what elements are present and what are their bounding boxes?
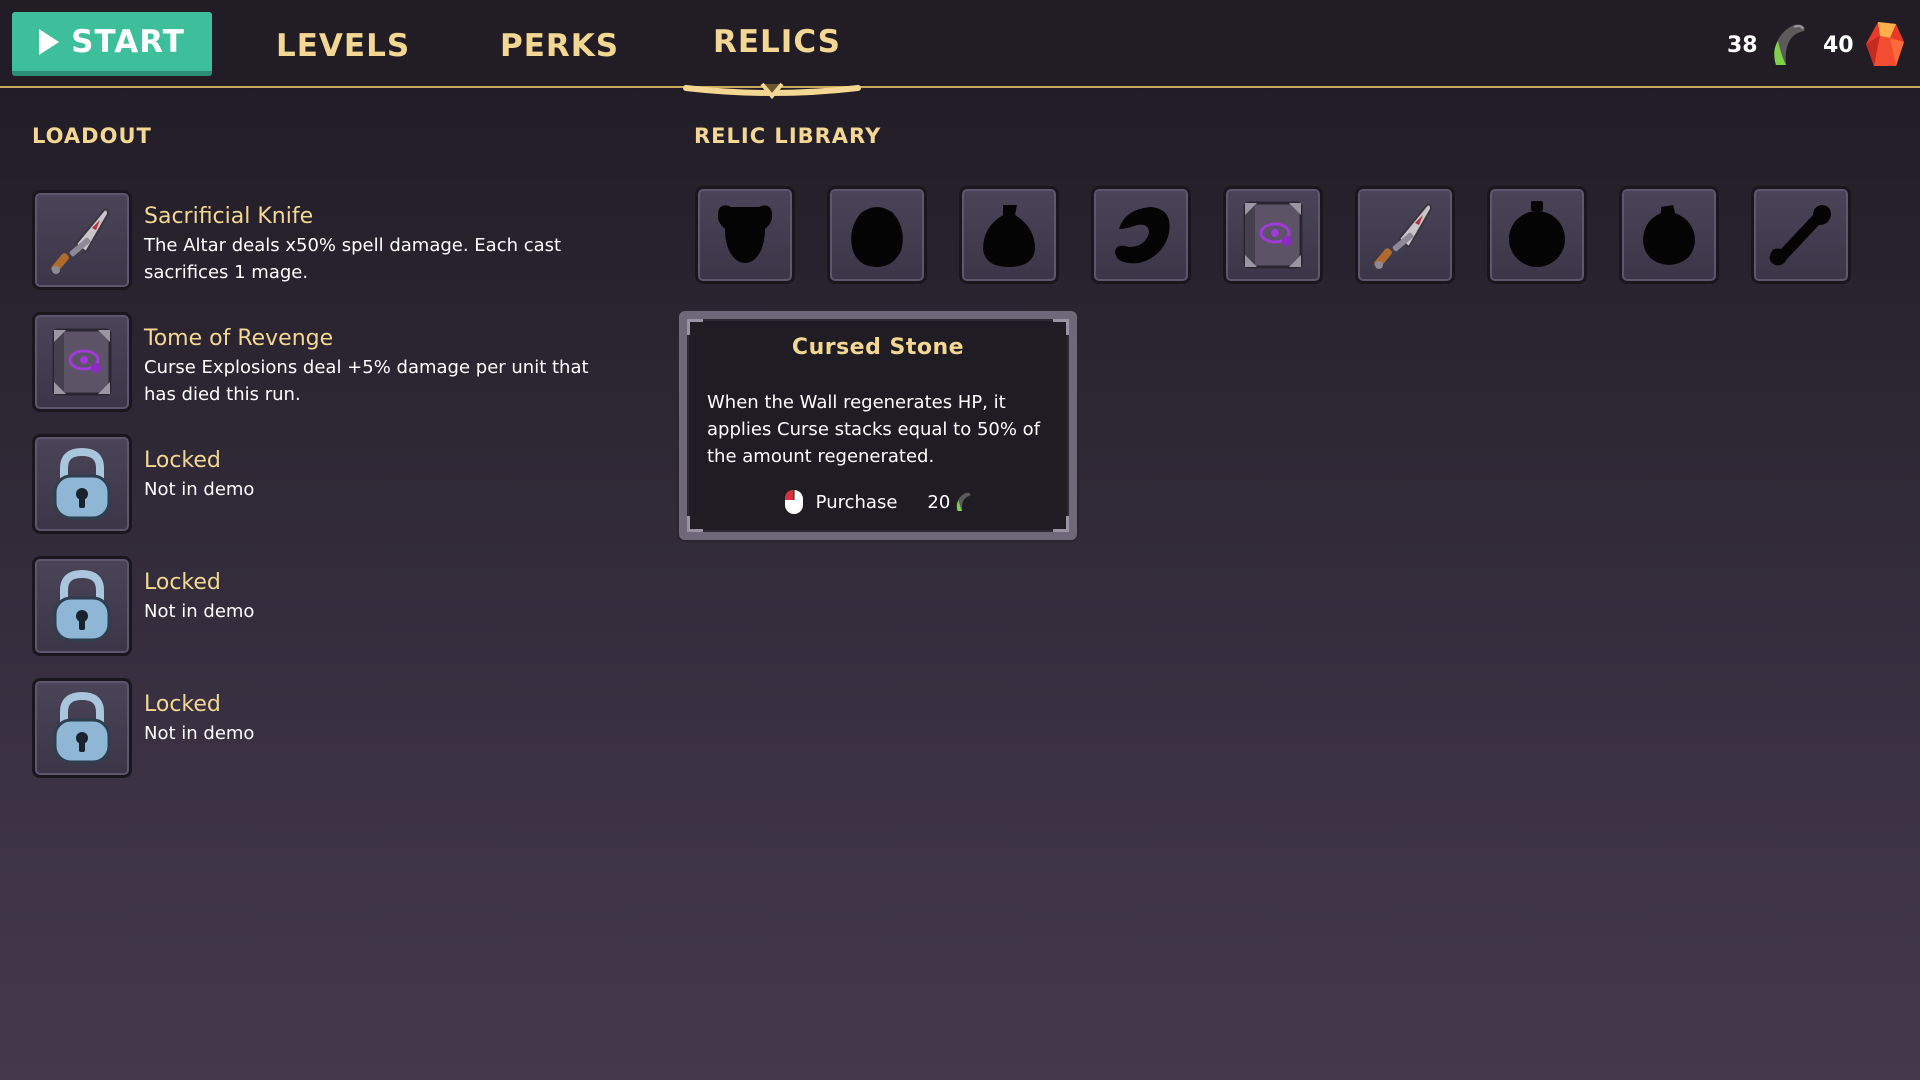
- tooltip-description: When the Wall regenerates HP, it applies…: [707, 392, 1041, 467]
- tab-perks[interactable]: PERKS: [500, 28, 619, 76]
- tooltip-title: Cursed Stone: [791, 335, 965, 360]
- mouse-left-click-icon: [784, 490, 803, 514]
- silhouette-trophy-icon: [717, 205, 773, 263]
- frame-corner: [1053, 516, 1069, 532]
- padlock-icon: [53, 569, 111, 642]
- relic-slot-4[interactable]: [1091, 186, 1191, 284]
- gem-currency: 40: [1823, 20, 1906, 70]
- loadout-slot-frame: [32, 312, 132, 412]
- loadout-item-name: Tome of Revenge: [144, 326, 334, 351]
- loadout-slot-5[interactable]: Locked Not in demo: [32, 678, 652, 778]
- relic-slot-8[interactable]: [1619, 186, 1719, 284]
- loadout-item-name: Locked: [144, 692, 221, 717]
- horn-icon: [957, 492, 971, 511]
- tab-levels[interactable]: LEVELS: [276, 28, 410, 76]
- frame-corner: [1053, 319, 1069, 335]
- horn-icon: [1773, 24, 1805, 66]
- horn-currency: 38: [1727, 20, 1808, 70]
- loadout-item-desc: The Altar deals x50% spell damage. Each …: [144, 235, 562, 283]
- tome-icon: [52, 328, 112, 396]
- loadout-slot-frame: [32, 556, 132, 656]
- relic-slot-3[interactable]: [959, 186, 1059, 284]
- red-gem-icon: [1865, 22, 1904, 66]
- loadout-slot-3[interactable]: Locked Not in demo: [32, 434, 652, 534]
- gem-amount: 40: [1823, 32, 1854, 58]
- loadout-item-desc: Not in demo: [144, 723, 255, 744]
- silhouette-bone-icon: [1769, 205, 1831, 266]
- start-label: START: [71, 23, 185, 60]
- frame-corner: [687, 319, 703, 335]
- relic-slot-5[interactable]: [1223, 186, 1323, 284]
- active-tab-indicator: [683, 82, 861, 100]
- silhouette-pouch-icon: [983, 205, 1035, 267]
- purchase-label: Purchase: [815, 491, 898, 513]
- silhouette-stopwatch-icon: [1509, 201, 1565, 267]
- loadout-slot-frame: [32, 678, 132, 778]
- relic-tooltip: Cursed Stone When the Wall regenerates H…: [679, 311, 1077, 540]
- loadout-slot-2[interactable]: Tome of Revenge Curse Explosions deal +5…: [32, 312, 652, 412]
- dagger-icon: [1374, 203, 1433, 269]
- relic-slot-9[interactable]: [1751, 186, 1851, 284]
- silhouette-bomb-icon: [1643, 205, 1695, 265]
- silhouette-horn-icon: [1115, 207, 1170, 264]
- horn-amount: 38: [1727, 32, 1758, 58]
- loadout-item-desc: Curse Explosions deal +5% damage per uni…: [144, 357, 589, 405]
- loadout-title: LOADOUT: [32, 124, 152, 148]
- tab-relics[interactable]: RELICS: [713, 24, 841, 72]
- loadout-item-desc: Not in demo: [144, 601, 255, 622]
- loadout-slot-frame: [32, 190, 132, 290]
- purchase-action[interactable]: Purchase 20: [687, 489, 1069, 515]
- loadout-item-name: Locked: [144, 448, 221, 473]
- relic-slot-7[interactable]: [1487, 186, 1587, 284]
- loadout-item-name: Locked: [144, 570, 221, 595]
- loadout-slot-frame: [32, 434, 132, 534]
- tome-icon: [1243, 201, 1303, 269]
- relic-slot-2[interactable]: [827, 186, 927, 284]
- padlock-icon: [53, 447, 111, 520]
- top-bar: START LEVELS PERKS RELICS 38 40: [0, 0, 1920, 100]
- frame-corner: [687, 516, 703, 532]
- loadout-slot-4[interactable]: Locked Not in demo: [32, 556, 652, 656]
- relic-slot-6[interactable]: [1355, 186, 1455, 284]
- relic-library-title: RELIC LIBRARY: [694, 124, 882, 148]
- purchase-cost: 20: [927, 491, 972, 513]
- loadout-slot-1[interactable]: Sacrificial Knife The Altar deals x50% s…: [32, 190, 652, 290]
- purchase-cost-amount: 20: [927, 491, 951, 513]
- silhouette-stone-icon: [851, 207, 903, 267]
- dagger-icon: [51, 208, 110, 274]
- relic-slot-1[interactable]: [695, 186, 795, 284]
- play-icon: [39, 28, 60, 55]
- loadout-item-desc: Not in demo: [144, 479, 255, 500]
- start-button[interactable]: START: [12, 12, 212, 76]
- loadout-item-name: Sacrificial Knife: [144, 204, 314, 229]
- padlock-icon: [53, 691, 111, 764]
